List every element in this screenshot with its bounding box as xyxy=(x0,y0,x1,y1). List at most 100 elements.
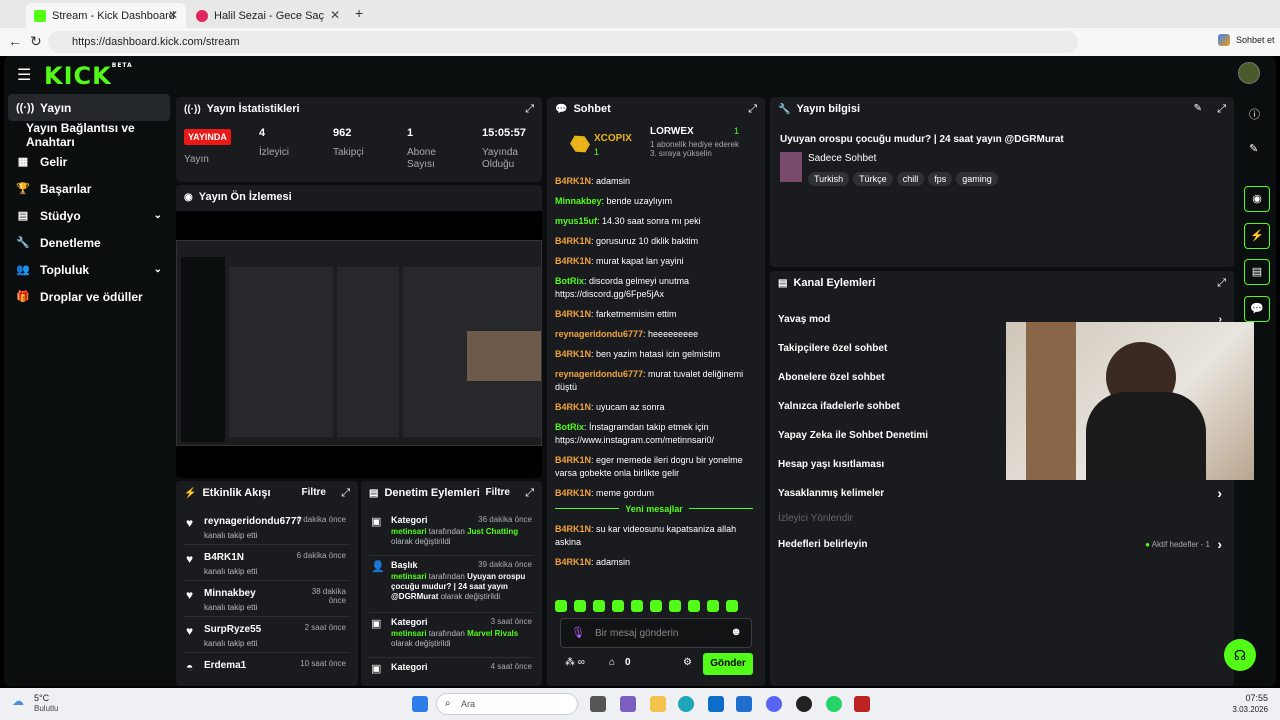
chat-message: Minnakbey: bende uzaylıyım xyxy=(555,196,673,206)
chat-username[interactable]: B4RK1N xyxy=(555,455,591,465)
discord-icon[interactable] xyxy=(766,696,782,712)
new-messages-divider[interactable]: Yeni mesajlar xyxy=(555,504,753,520)
obs-icon[interactable] xyxy=(796,696,812,712)
chat-username[interactable]: Minnakbey xyxy=(555,196,602,206)
clock-time: 07:55 xyxy=(1245,693,1268,703)
info-icon[interactable]: ⓘ xyxy=(1249,106,1260,122)
emote-icon[interactable] xyxy=(726,600,738,612)
expand-icon[interactable]: ⤢ xyxy=(1217,103,1226,116)
chevron-down-icon: ⌄ xyxy=(153,210,162,221)
expand-icon[interactable]: ⤢ xyxy=(525,103,534,116)
preview-video[interactable] xyxy=(176,211,542,478)
copilot-icon[interactable] xyxy=(1218,34,1230,46)
edit-icon[interactable]: ✎ xyxy=(1249,142,1258,155)
sidebar-item-revenue[interactable]: ▦ Gelir xyxy=(4,148,174,175)
new-tab-icon[interactable]: + xyxy=(355,5,363,21)
filter-button[interactable]: Filtre xyxy=(302,487,326,498)
explorer-icon[interactable] xyxy=(650,696,666,712)
sidebar-item-stream[interactable]: ((·)) Yayın xyxy=(8,94,170,121)
sidebar-item-achievements[interactable]: 🏆 Başarılar xyxy=(4,175,174,202)
chat-username[interactable]: B4RK1N xyxy=(555,557,591,567)
sidebar-item-community[interactable]: 👥 Topluluk ⌄ xyxy=(4,256,174,283)
emote-icon[interactable] xyxy=(631,600,643,612)
action-banned-words[interactable]: Yasaklanmış kelimeler › xyxy=(770,479,1234,508)
close-icon[interactable]: ✕ xyxy=(330,8,340,22)
sidebar-item-drops[interactable]: 🎁 Droplar ve ödüller xyxy=(4,283,174,310)
windows-start-icon[interactable] xyxy=(412,696,428,712)
sidebar-item-stream-key[interactable]: Yayın Bağlantısı ve Anahtarı xyxy=(4,121,174,149)
chat-message: BotRix: discorda gelmeyi unutma https://… xyxy=(555,276,690,299)
refresh-icon[interactable]: ↻ xyxy=(30,33,42,50)
clock-date: 3.03.2026 xyxy=(1232,705,1268,714)
emote-icon[interactable] xyxy=(593,600,605,612)
rail-button[interactable]: 💬 xyxy=(1244,296,1270,322)
chat-username[interactable]: B4RK1N xyxy=(555,524,591,534)
avatar[interactable] xyxy=(1238,62,1260,84)
expand-icon[interactable]: ⤢ xyxy=(748,103,757,116)
top-gifter-2: LORWEX xyxy=(650,126,694,137)
whatsapp-icon[interactable] xyxy=(826,696,842,712)
revenue-icon: ▦ xyxy=(17,156,29,168)
infinity-icon[interactable]: ⁂ ∞ xyxy=(565,657,585,668)
chat-button[interactable]: Sohbet et xyxy=(1236,35,1275,45)
rail-button[interactable]: ⚡ xyxy=(1244,223,1270,249)
tag: fps xyxy=(928,172,953,186)
taskbar: ☁ 5°C Bulutlu ⌕ Ara 07:55 3.03.2026 xyxy=(0,688,1280,720)
chat-username[interactable]: B4RK1N xyxy=(555,349,591,359)
tab-kick-dashboard[interactable]: Stream - Kick Dashboard ✕ xyxy=(26,3,186,28)
close-icon[interactable]: ✕ xyxy=(168,8,178,22)
top-gifter-1: XCOPIX xyxy=(594,133,632,144)
app-icon[interactable] xyxy=(854,696,870,712)
sidebar-item-moderation[interactable]: 🔧 Denetleme xyxy=(4,229,174,256)
emote-icon[interactable] xyxy=(650,600,662,612)
gear-icon[interactable]: ⚙ xyxy=(683,657,692,668)
edit-icon[interactable]: ✎ xyxy=(1194,103,1202,114)
mic-icon[interactable]: 🎙 xyxy=(571,626,585,639)
app-icon[interactable] xyxy=(620,696,636,712)
chat-username[interactable]: reynageridondu6777 xyxy=(555,329,643,339)
filter-button[interactable]: Filtre xyxy=(486,487,510,498)
chat-username[interactable]: B4RK1N xyxy=(555,236,591,246)
taskbar-search[interactable]: ⌕ Ara xyxy=(436,693,578,715)
menu-icon[interactable]: ☰ xyxy=(17,65,31,85)
chat-input[interactable]: 🎙 Bir mesaj gönderin ☻ xyxy=(560,618,752,648)
emote-icon[interactable] xyxy=(555,600,567,612)
expand-icon[interactable]: ⤢ xyxy=(341,487,350,500)
chat-username[interactable]: reynageridondu6777 xyxy=(555,369,643,379)
chat-username[interactable]: B4RK1N xyxy=(555,309,591,319)
expand-icon[interactable]: ⤢ xyxy=(1217,277,1226,290)
emote-icon[interactable] xyxy=(612,600,624,612)
chat-username[interactable]: BotRix xyxy=(555,276,584,286)
mail-icon[interactable] xyxy=(736,696,752,712)
support-button[interactable]: ☊ xyxy=(1224,639,1256,671)
sidebar-item-studio[interactable]: ▤ Stüdyo ⌄ xyxy=(4,202,174,229)
list-item: ▣ Kategori 4 saat önce xyxy=(371,662,532,675)
weather-temp: 5°C xyxy=(34,693,50,703)
rail-button[interactable]: ▤ xyxy=(1244,259,1270,285)
emote-icon[interactable] xyxy=(574,600,586,612)
emote-icon[interactable] xyxy=(688,600,700,612)
emote-icon[interactable] xyxy=(707,600,719,612)
chat-username[interactable]: B4RK1N xyxy=(555,402,591,412)
emote-icon[interactable] xyxy=(669,600,681,612)
chat-username[interactable]: B4RK1N xyxy=(555,176,591,186)
store-icon[interactable]: ⌂ xyxy=(609,657,615,668)
url-field[interactable]: https://dashboard.kick.com/stream xyxy=(48,31,1078,53)
chat-username[interactable]: B4RK1N xyxy=(555,488,591,498)
edge-icon[interactable] xyxy=(678,696,694,712)
store-icon[interactable] xyxy=(708,696,724,712)
action-goals[interactable]: Hedefleri belirleyin ● Aktif hedefler - 1… xyxy=(770,530,1234,559)
chat-username[interactable]: myus15uf xyxy=(555,216,597,226)
kick-logo[interactable]: KICKBETA xyxy=(44,62,133,90)
send-button[interactable]: Gönder xyxy=(703,653,753,675)
chat-username[interactable]: B4RK1N xyxy=(555,256,591,266)
tag: Türkçe xyxy=(853,172,893,186)
emoji-icon[interactable]: ☻ xyxy=(730,626,742,638)
panel-header: ▤ Denetim Eylemleri xyxy=(369,487,480,499)
chat-username[interactable]: BotRix xyxy=(555,422,584,432)
tab-music[interactable]: Halil Sezai - Gece Saçlım (Can ✕ xyxy=(188,3,348,28)
taskview-icon[interactable] xyxy=(590,696,606,712)
expand-icon[interactable]: ⤢ xyxy=(525,487,534,500)
rail-button[interactable]: ◉ xyxy=(1244,186,1270,212)
back-icon[interactable]: ← xyxy=(8,33,22,49)
